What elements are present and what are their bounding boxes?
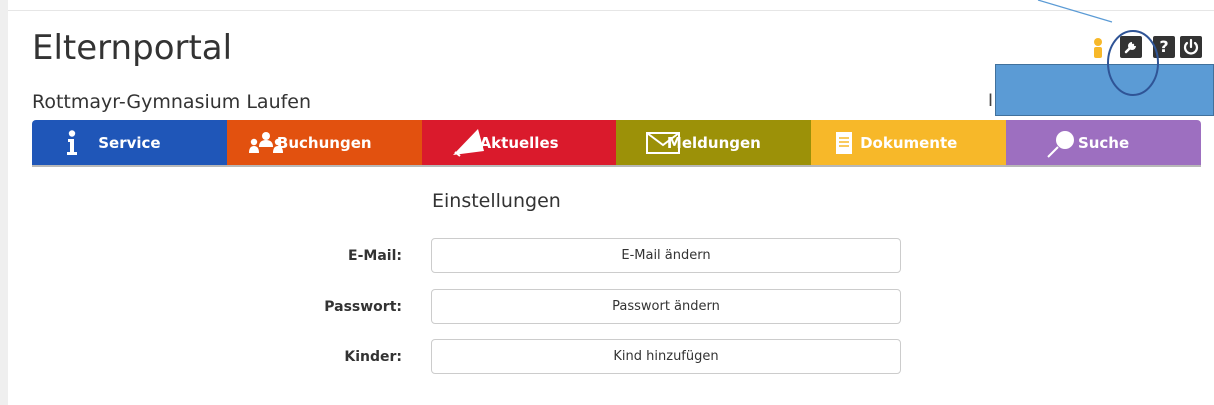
search-icon	[1047, 131, 1075, 158]
settings-row-email: E-Mail: E-Mail ändern	[0, 238, 1214, 274]
user-name-text: I	[988, 91, 994, 111]
settings-row-children: Kinder: Kind hinzufügen	[0, 339, 1214, 375]
wrench-icon[interactable]	[1120, 36, 1142, 58]
nav-label-aktuelles: Aktuelles	[479, 133, 559, 152]
children-label: Kinder:	[344, 349, 402, 365]
nav-item-aktuelles[interactable]: Aktuelles	[421, 120, 617, 165]
info-icon	[67, 130, 77, 155]
nav-label-service: Service	[98, 133, 161, 152]
nav-item-service[interactable]: Service	[32, 120, 227, 165]
add-child-button[interactable]: Kind hinzufügen	[431, 339, 901, 374]
nav-label-meldungen: Meldungen	[666, 133, 761, 152]
change-password-button[interactable]: Passwort ändern	[431, 289, 901, 324]
main-navigation: Service Buchungen Aktuelles Meldungen Do…	[32, 120, 1201, 167]
document-icon	[836, 132, 853, 154]
password-label: Passwort:	[324, 299, 402, 315]
school-name: Rottmayr-Gymnasium Laufen	[32, 91, 312, 113]
nav-label-buchungen: Buchungen	[276, 133, 372, 152]
page-title: Elternportal	[32, 28, 233, 68]
help-icon[interactable]: ?	[1153, 36, 1175, 58]
nav-item-buchungen[interactable]: Buchungen	[226, 120, 422, 165]
change-email-button[interactable]: E-Mail ändern	[431, 238, 901, 273]
nav-item-suche[interactable]: Suche	[1006, 120, 1201, 165]
power-icon[interactable]	[1180, 36, 1202, 58]
settings-row-password: Passwort: Passwort ändern	[0, 289, 1214, 325]
nav-label-suche: Suche	[1077, 133, 1130, 152]
nav-item-dokumente[interactable]: Dokumente	[811, 120, 1007, 165]
user-icon[interactable]	[1092, 36, 1104, 58]
email-label: E-Mail:	[348, 248, 402, 264]
annotation-callout-box	[995, 64, 1214, 116]
nav-item-meldungen[interactable]: Meldungen	[616, 120, 812, 165]
header-divider	[8, 10, 1214, 11]
annotation-pointer-line	[1037, 0, 1113, 23]
settings-heading: Einstellungen	[432, 190, 561, 212]
nav-label-dokumente: Dokumente	[860, 133, 958, 152]
